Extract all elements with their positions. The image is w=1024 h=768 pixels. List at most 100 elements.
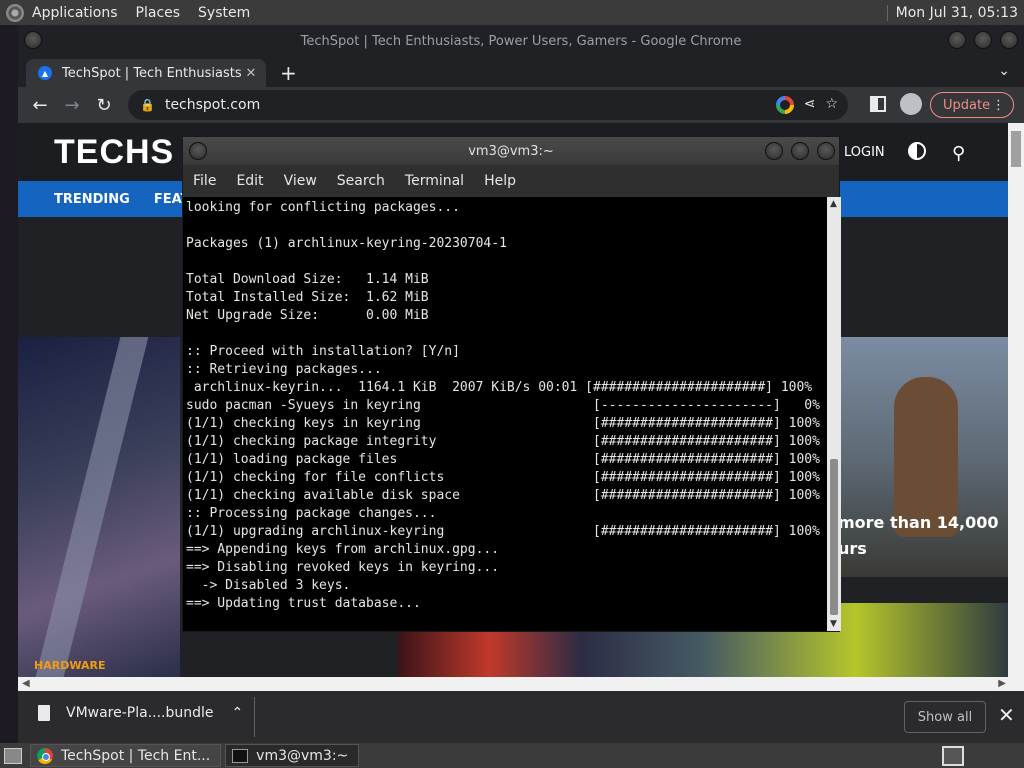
terminal-line: :: Proceed with installation? [Y/n] (186, 344, 460, 359)
chevron-up-icon[interactable]: ⌃ (232, 705, 244, 721)
theme-toggle-icon[interactable] (908, 142, 926, 160)
terminal-line: ==> Appending keys from archlinux.gpg... (186, 542, 500, 557)
chrome-titlebar[interactable]: TechSpot | Tech Enthusiasts, Power Users… (18, 25, 1024, 57)
terminal-close-icon[interactable] (817, 142, 835, 160)
tab-close-icon[interactable]: ✕ (242, 66, 260, 81)
site-search-icon[interactable]: ⚲ (952, 143, 965, 164)
terminal-maximize-icon[interactable] (791, 142, 809, 160)
reload-icon[interactable]: ↻ (88, 95, 120, 116)
chrome-window-title: TechSpot | Tech Enthusiasts, Power Users… (300, 33, 742, 49)
terminal-line: -> Disabled 3 keys. (186, 578, 351, 593)
top-panel: Applications Places System Mon Jul 31, 0… (0, 0, 1024, 25)
download-filename[interactable]: VMware-Pla....bundle (66, 705, 214, 721)
hero-decor (35, 337, 149, 677)
file-icon (38, 705, 50, 721)
back-icon[interactable]: ← (24, 95, 56, 116)
show-all-button[interactable]: Show all (904, 701, 986, 733)
terminal-scrollbar[interactable]: ▲ ▼ (827, 197, 841, 631)
menu-search[interactable]: Search (337, 173, 385, 189)
terminal-line: (1/1) checking for file conflicts [#####… (186, 470, 820, 485)
scroll-right-icon[interactable]: ▶ (998, 678, 1006, 689)
bottom-taskbar: TechSpot | Tech Ent... vm3@vm3:~ (0, 743, 1024, 768)
terminal-line: Net Upgrade Size: 0.00 MiB (186, 308, 429, 323)
update-button[interactable]: Update ⋮ (930, 92, 1014, 118)
bookmark-star-icon[interactable]: ☆ (825, 96, 838, 114)
more-menu-icon[interactable]: ⋮ (992, 98, 1005, 113)
close-window-icon[interactable] (1000, 31, 1018, 49)
workspace-switcher-icon[interactable] (942, 745, 964, 766)
menu-terminal[interactable]: Terminal (405, 173, 464, 189)
forward-icon[interactable]: → (56, 95, 88, 116)
tab-search-chevron-icon[interactable]: ⌄ (998, 63, 1010, 79)
window-menu-icon[interactable] (24, 31, 42, 49)
panel-clock[interactable]: Mon Jul 31, 05:13 (886, 4, 1018, 21)
menu-edit[interactable]: Edit (236, 173, 263, 189)
terminal-line: looking for conflicting packages... (186, 200, 460, 215)
download-item[interactable]: VMware-Pla....bundle ⌃ (38, 705, 243, 721)
close-download-bar-icon[interactable]: ✕ (998, 703, 1015, 727)
hero-headline-line1: more than 14,000 (838, 513, 999, 532)
terminal-icon (232, 748, 249, 763)
maximize-icon[interactable] (974, 31, 992, 49)
chrome-icon (37, 747, 53, 764)
chrome-toolbar: ← → ↻ 🔒 techspot.com ⋖ ☆ Update ⋮ (18, 87, 1024, 123)
side-panel-icon[interactable] (870, 96, 886, 112)
terminal-titlebar[interactable]: vm3@vm3:~ (183, 137, 839, 165)
terminal-line: Total Download Size: 1.14 MiB (186, 272, 429, 287)
terminal-window: vm3@vm3:~ File Edit View Search Terminal… (182, 136, 841, 632)
menu-view[interactable]: View (284, 173, 317, 189)
tab-strip: ▲ TechSpot | Tech Enthusiasts, P ✕ + ⌄ (18, 57, 1024, 87)
distro-logo-icon[interactable] (6, 3, 24, 22)
hero-headline[interactable]: more than 14,000 urs (838, 510, 999, 562)
desktop-background (0, 25, 18, 743)
techspot-favicon-icon: ▲ (38, 66, 52, 80)
terminal-line: :: Processing package changes... (186, 506, 437, 521)
terminal-minimize-icon[interactable] (765, 142, 783, 160)
page-hscrollbar[interactable]: ◀ ▶ (18, 677, 1024, 691)
terminal-menubar: File Edit View Search Terminal Help (183, 165, 839, 197)
download-bar: VMware-Pla....bundle ⌃ Show all ✕ (18, 691, 1024, 743)
profile-avatar-icon[interactable] (900, 93, 922, 115)
scroll-left-icon[interactable]: ◀ (22, 678, 30, 689)
task-chrome[interactable]: TechSpot | Tech Ent... (30, 744, 222, 767)
site-login-link[interactable]: LOGIN (844, 145, 885, 160)
task-terminal[interactable]: vm3@vm3:~ (225, 744, 360, 767)
page-scrollbar[interactable] (1008, 123, 1024, 677)
terminal-scroll-thumb[interactable] (830, 459, 838, 615)
site-logo[interactable]: TECHS (54, 133, 174, 172)
terminal-line: (1/1) upgrading archlinux-keyring [#####… (186, 524, 820, 539)
page-scroll-thumb[interactable] (1011, 131, 1021, 167)
share-icon[interactable]: ⋖ (804, 96, 816, 114)
terminal-line: (1/1) checking package integrity [######… (186, 434, 820, 449)
minimize-icon[interactable] (948, 31, 966, 49)
terminal-line: Total Installed Size: 1.62 MiB (186, 290, 429, 305)
show-desktop-icon[interactable] (4, 747, 22, 764)
scroll-up-icon[interactable]: ▲ (830, 199, 837, 209)
address-bar[interactable]: 🔒 techspot.com ⋖ ☆ (128, 90, 848, 120)
task-chrome-label: TechSpot | Tech Ent... (61, 747, 211, 764)
terminal-line: :: Retrieving packages... (186, 362, 382, 377)
terminal-output[interactable]: looking for conflicting packages... Pack… (183, 197, 827, 631)
menu-places[interactable]: Places (136, 5, 181, 21)
hero-headline-line2: urs (838, 539, 867, 558)
url-text[interactable]: techspot.com (165, 97, 260, 113)
terminal-line: (1/1) loading package files [###########… (186, 452, 820, 467)
section-label-hardware[interactable]: HARDWARE (34, 659, 105, 672)
menu-file[interactable]: File (193, 173, 216, 189)
task-terminal-label: vm3@vm3:~ (256, 747, 349, 764)
terminal-line: (1/1) checking available disk space [###… (186, 488, 820, 503)
lock-icon[interactable]: 🔒 (140, 98, 155, 112)
hero-image-left[interactable] (18, 337, 180, 677)
menu-system[interactable]: System (198, 5, 250, 21)
menu-applications[interactable]: Applications (32, 5, 118, 21)
nav-trending[interactable]: TRENDING (54, 192, 130, 207)
scroll-down-icon[interactable]: ▼ (830, 619, 837, 629)
terminal-title: vm3@vm3:~ (468, 143, 554, 159)
new-tab-icon[interactable]: + (280, 61, 297, 85)
terminal-window-menu-icon[interactable] (189, 142, 207, 160)
google-lens-icon[interactable] (775, 96, 794, 114)
menu-help[interactable]: Help (484, 173, 516, 189)
update-label: Update (943, 97, 991, 113)
tab-techspot[interactable]: ▲ TechSpot | Tech Enthusiasts, P ✕ (26, 59, 266, 87)
